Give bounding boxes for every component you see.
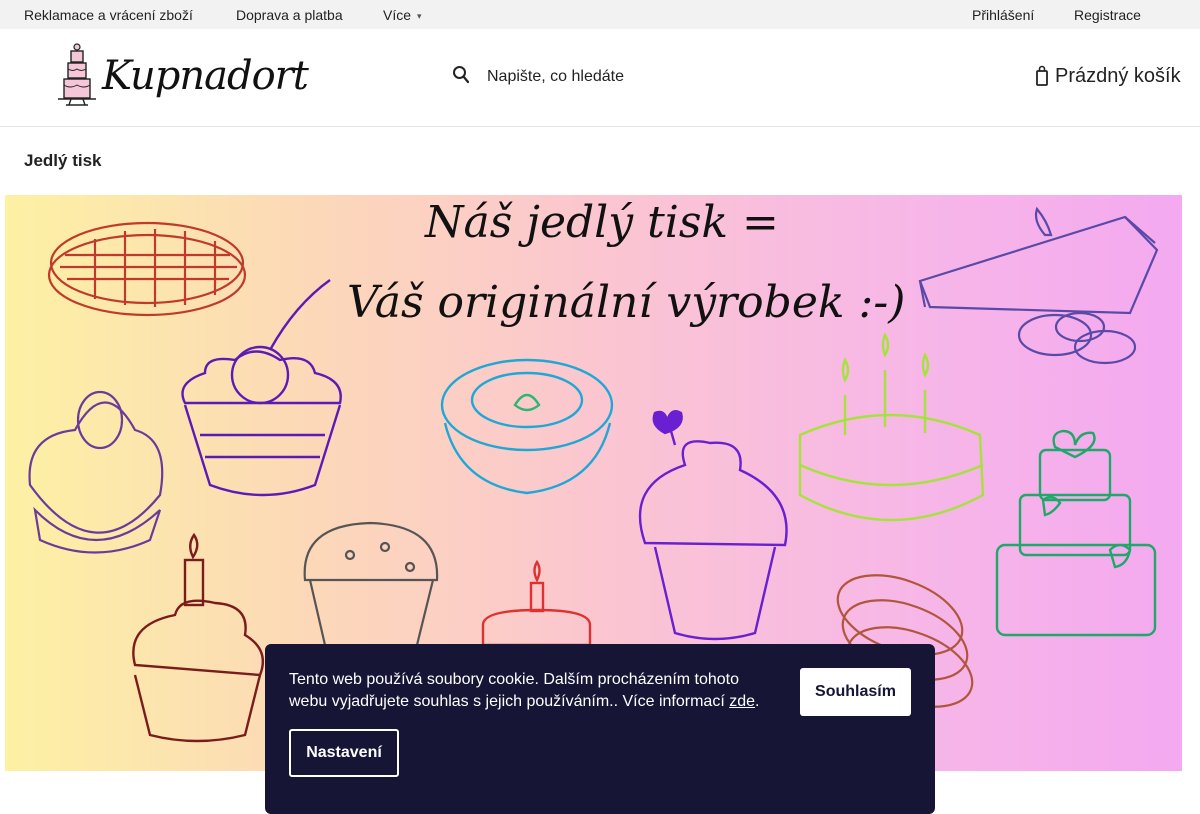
layer-cake-illustration (798, 332, 985, 522)
cookie-message: Tento web používá soubory cookie. Dalším… (289, 669, 769, 713)
cookie-text-end: . (755, 693, 760, 710)
top-utility-bar: Reklamace a vrácení zboží Doprava a plat… (0, 0, 1200, 29)
cherry-tart-illustration (181, 279, 342, 497)
blue-tart-illustration (440, 358, 614, 495)
agree-button[interactable]: Souhlasím (800, 668, 911, 716)
chevron-down-icon: ▾ (417, 11, 422, 21)
site-header: Kupnadort Napište, co hledáte Prázdný ko… (0, 29, 1200, 127)
small-cake-illustration (481, 559, 592, 647)
cookie-more-info-link[interactable]: zde (729, 693, 755, 710)
nav-link-more[interactable]: Více ▾ (383, 7, 422, 23)
pie-illustration (47, 221, 247, 317)
candle-cupcake-illustration (132, 532, 265, 743)
cupcake-illustration (638, 410, 788, 641)
muffin-illustration (303, 521, 439, 646)
cart-icon (1036, 65, 1048, 86)
banner-subheadline: Váš originální výrobek :-) (347, 277, 906, 328)
wedding-cake-illustration (995, 429, 1157, 637)
cookie-consent-bar: Tento web používá soubory cookie. Dalším… (265, 644, 935, 814)
cake-logo-icon (58, 43, 96, 106)
banner-headline: Náš jedlý tisk = (425, 197, 779, 248)
search-icon (453, 66, 470, 84)
login-link[interactable]: Přihlášení (972, 7, 1034, 23)
site-logo[interactable]: Kupnadort (56, 41, 309, 109)
cookie-settings-button[interactable]: Nastavení (289, 729, 399, 777)
strawberry-tart-illustration (28, 390, 164, 554)
nav-link-more-label: Více (383, 7, 412, 23)
search-input[interactable]: Napište, co hledáte (487, 68, 624, 86)
cake-slice-illustration (918, 206, 1159, 365)
cart-label: Prázdný košík (1055, 65, 1181, 87)
register-link[interactable]: Registrace (1074, 7, 1141, 23)
nav-link-returns[interactable]: Reklamace a vrácení zboží (24, 7, 193, 23)
cart-button[interactable]: Prázdný košík (1036, 62, 1181, 92)
nav-link-shipping[interactable]: Doprava a platba (236, 7, 343, 23)
cookie-text: Tento web používá soubory cookie. Dalším… (289, 671, 740, 710)
logo-wordmark: Kupnadort (102, 53, 309, 99)
page-title: Jedlý tisk (24, 151, 102, 170)
search-box[interactable]: Napište, co hledáte (452, 63, 752, 91)
